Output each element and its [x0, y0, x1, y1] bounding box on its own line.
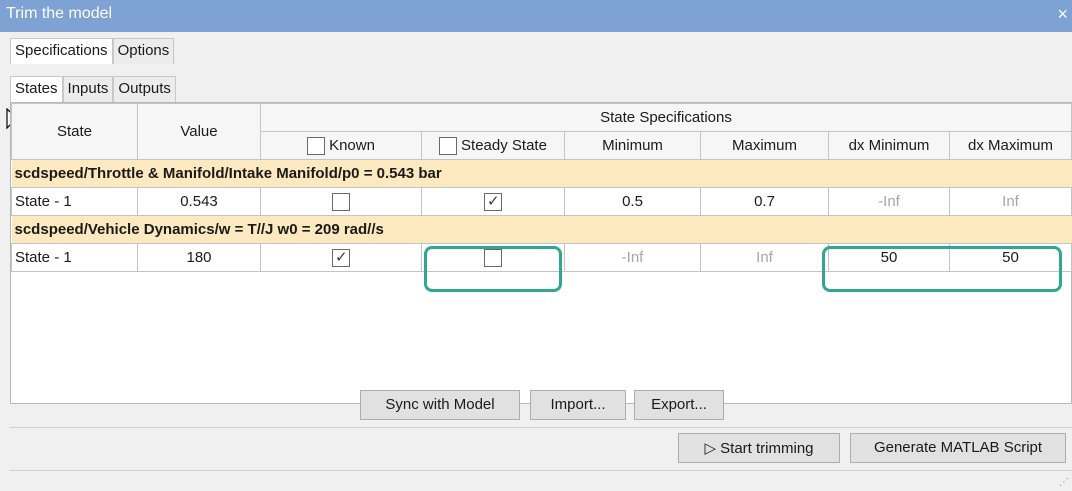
- group-row-intake-manifold: scdspeed/Throttle & Manifold/Intake Mani…: [11, 159, 1072, 188]
- divider: [10, 427, 1072, 428]
- maximum-cell[interactable]: Inf: [700, 243, 829, 272]
- known-cell: [260, 187, 422, 216]
- steady-state-checkbox[interactable]: [484, 192, 502, 211]
- maximum-cell[interactable]: 0.7: [700, 187, 829, 216]
- header-maximum: Maximum: [700, 131, 829, 160]
- known-all-checkbox[interactable]: [307, 136, 326, 155]
- group-label: scdspeed/Throttle & Manifold/Intake Mani…: [11, 159, 1072, 188]
- header-steady-state: Steady State: [421, 131, 565, 160]
- header-dx-minimum: dx Minimum: [828, 131, 950, 160]
- dx-minimum-cell[interactable]: 50: [828, 243, 950, 272]
- group-row-vehicle-dynamics: scdspeed/Vehicle Dynamics/w = T//J w0 = …: [11, 215, 1072, 244]
- header-state: State: [11, 103, 138, 160]
- divider: [10, 470, 1072, 471]
- inner-tab-strip: States Inputs Outputs: [10, 76, 176, 102]
- steady-cell: [421, 243, 565, 272]
- header-steady-label: Steady State: [461, 137, 547, 154]
- header-known-label: Known: [329, 137, 375, 154]
- dx-minimum-cell[interactable]: -Inf: [828, 187, 950, 216]
- header-dx-maximum: dx Maximum: [949, 131, 1072, 160]
- header-minimum: Minimum: [564, 131, 701, 160]
- generate-matlab-script-button[interactable]: Generate MATLAB Script: [850, 433, 1066, 463]
- tab-specifications[interactable]: Specifications: [10, 38, 113, 64]
- minimum-cell[interactable]: -Inf: [564, 243, 701, 272]
- trim-dialog: Specifications Options States Inputs Out…: [0, 32, 1072, 491]
- import-button[interactable]: Import...: [530, 390, 626, 420]
- state-name-cell: State - 1: [11, 187, 138, 216]
- tab-inputs[interactable]: Inputs: [62, 76, 114, 102]
- dx-maximum-cell[interactable]: Inf: [949, 187, 1072, 216]
- state-spec-table: State Value State Specifications Known S…: [11, 103, 1072, 272]
- states-panel: State Value State Specifications Known S…: [10, 102, 1072, 404]
- value-cell[interactable]: 0.543: [137, 187, 261, 216]
- group-label: scdspeed/Vehicle Dynamics/w = T//J w0 = …: [11, 215, 1072, 244]
- dx-maximum-cell[interactable]: 50: [949, 243, 1072, 272]
- header-value: Value: [137, 103, 261, 160]
- table-row: State - 1 0.543 0.5 0.7 -Inf Inf: [11, 187, 1072, 216]
- sync-with-model-button[interactable]: Sync with Model: [360, 390, 520, 420]
- close-icon[interactable]: ×: [1057, 4, 1068, 25]
- known-checkbox[interactable]: [332, 192, 350, 211]
- tab-outputs[interactable]: Outputs: [113, 76, 176, 102]
- steady-all-checkbox[interactable]: [439, 136, 458, 155]
- known-checkbox[interactable]: [332, 248, 350, 267]
- window-title: Trim the model: [6, 5, 113, 22]
- tab-options[interactable]: Options: [112, 38, 175, 64]
- tab-states[interactable]: States: [10, 76, 63, 102]
- header-known: Known: [260, 131, 422, 160]
- resize-grip-icon[interactable]: ⋰: [1059, 477, 1069, 488]
- state-name-cell: State - 1: [11, 243, 138, 272]
- steady-state-checkbox[interactable]: [484, 248, 502, 267]
- header-state-specifications: State Specifications: [260, 103, 1072, 132]
- minimum-cell[interactable]: 0.5: [564, 187, 701, 216]
- table-row: State - 1 180 -Inf Inf 50 50: [11, 243, 1072, 272]
- export-button[interactable]: Export...: [634, 390, 724, 420]
- known-cell: [260, 243, 422, 272]
- steady-cell: [421, 187, 565, 216]
- title-bar: Trim the model ×: [0, 0, 1072, 32]
- value-cell[interactable]: 180: [137, 243, 261, 272]
- outer-tab-strip: Specifications Options: [10, 38, 175, 64]
- start-trimming-button[interactable]: ▷ Start trimming: [678, 433, 840, 463]
